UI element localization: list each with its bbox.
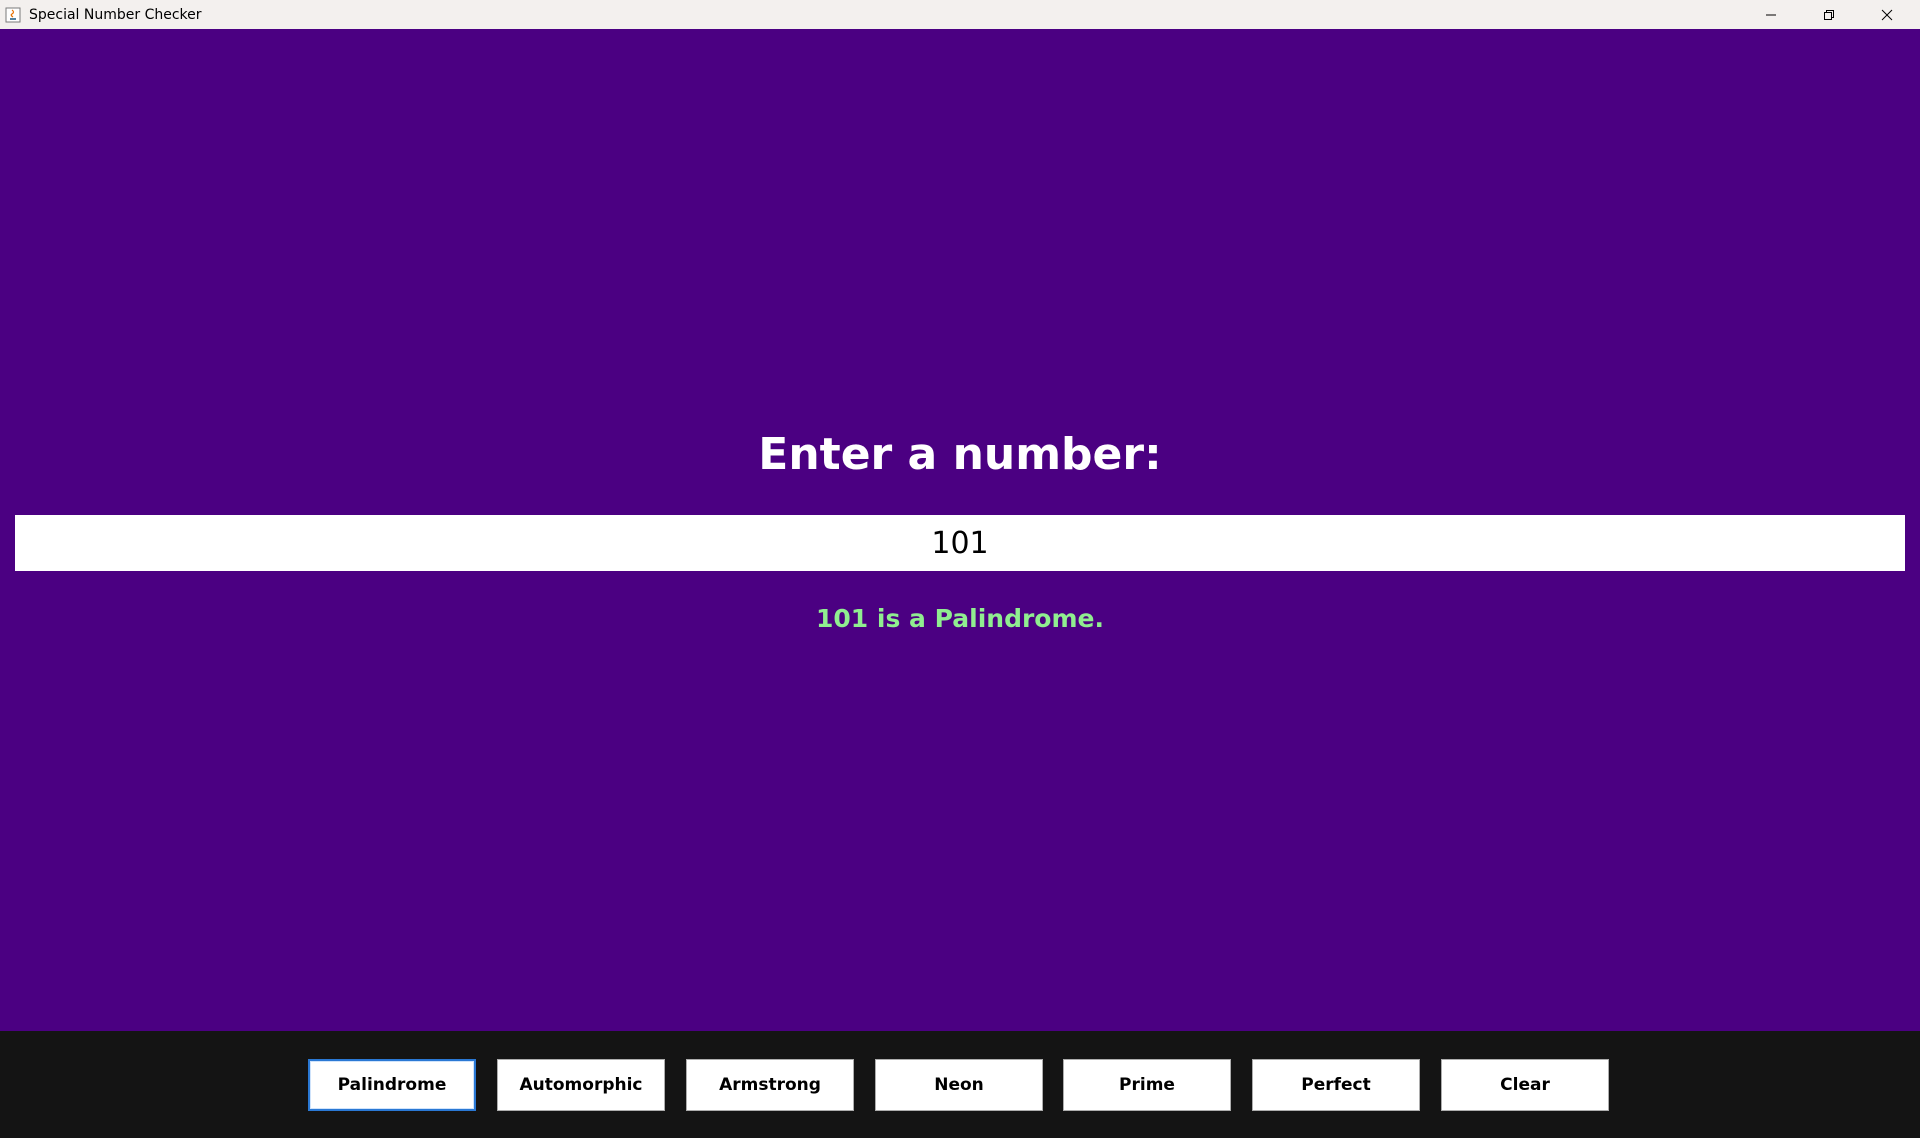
restore-icon	[1824, 9, 1834, 20]
prime-button[interactable]: Prime	[1063, 1059, 1231, 1111]
window-title: Special Number Checker	[29, 6, 202, 23]
number-input[interactable]	[15, 515, 1905, 571]
title-bar[interactable]: Special Number Checker	[0, 0, 1920, 29]
perfect-button[interactable]: Perfect	[1252, 1059, 1420, 1111]
neon-button[interactable]: Neon	[875, 1059, 1043, 1111]
close-icon	[1881, 9, 1893, 20]
java-app-icon	[5, 7, 21, 23]
automorphic-button[interactable]: Automorphic	[497, 1059, 665, 1111]
main-panel: Enter a number: 101 is a Palindrome.	[0, 29, 1920, 1031]
app-window: Special Number Checker Enter a number: 1…	[0, 0, 1920, 1138]
clear-button[interactable]: Clear	[1441, 1059, 1609, 1111]
palindrome-button[interactable]: Palindrome	[308, 1059, 476, 1111]
restore-button[interactable]	[1800, 0, 1858, 29]
minimize-icon	[1766, 14, 1776, 15]
armstrong-button[interactable]: Armstrong	[686, 1059, 854, 1111]
minimize-button[interactable]	[1742, 0, 1800, 29]
result-label: 101 is a Palindrome.	[816, 604, 1104, 633]
prompt-label: Enter a number:	[758, 429, 1162, 480]
button-bar: Palindrome Automorphic Armstrong Neon Pr…	[0, 1031, 1920, 1138]
close-button[interactable]	[1858, 0, 1916, 29]
